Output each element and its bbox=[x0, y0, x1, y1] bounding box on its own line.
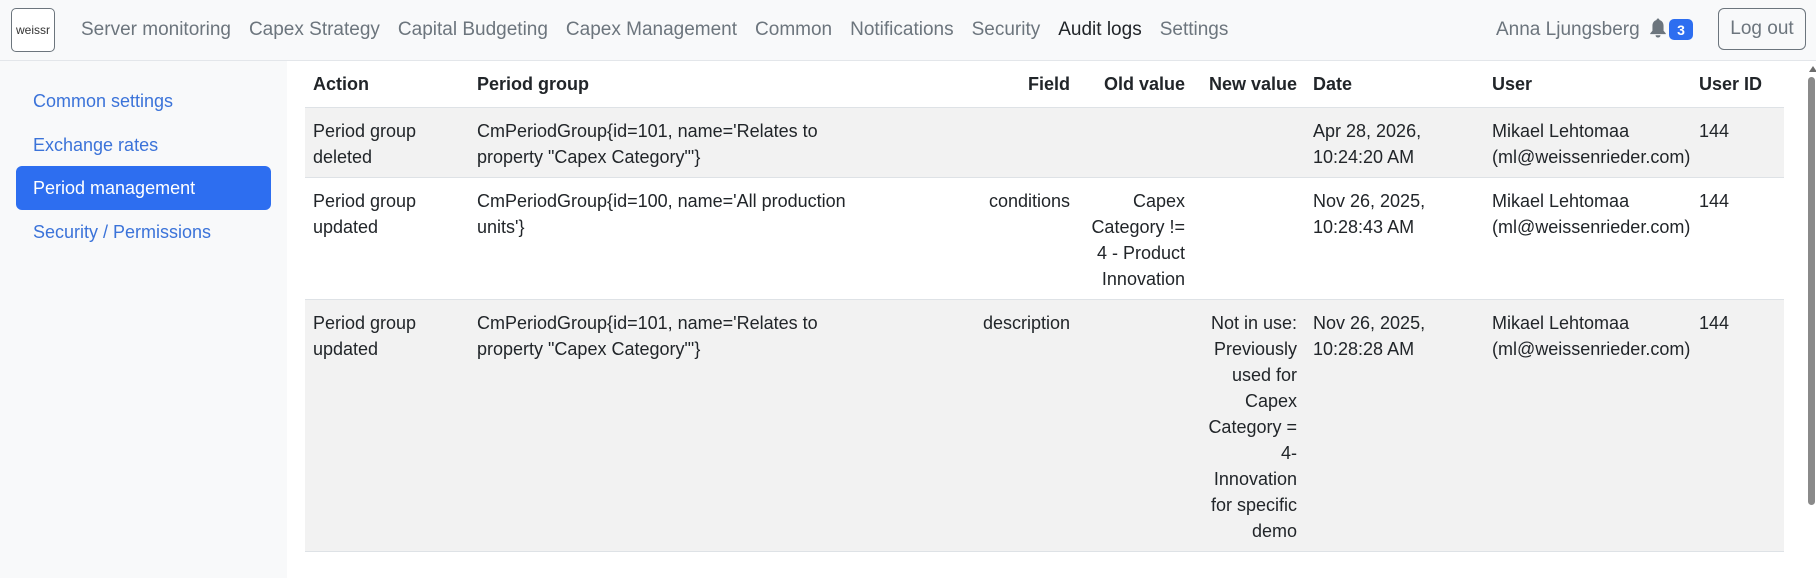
sidebar-item-security-permissions[interactable]: Security / Permissions bbox=[16, 210, 271, 254]
cell-user: Mikael Lehtomaa (ml@weissenrieder.com) bbox=[1484, 299, 1691, 552]
cell-new-value bbox=[1193, 177, 1305, 300]
audit-log-panel: Action Period group Field Old value New … bbox=[287, 61, 1816, 578]
nav-security[interactable]: Security bbox=[972, 19, 1041, 41]
table-header-row: Action Period group Field Old value New … bbox=[305, 61, 1784, 108]
nav-capital-budgeting[interactable]: Capital Budgeting bbox=[398, 19, 548, 41]
cell-action: Period group updated bbox=[305, 299, 469, 552]
cell-period-group: CmPeriodGroup{id=100, name='All producti… bbox=[469, 177, 858, 300]
cell-user-id: 144 bbox=[1691, 299, 1784, 552]
nav-audit-logs[interactable]: Audit logs bbox=[1058, 19, 1141, 41]
settings-sidebar: Common settings Exchange rates Period ma… bbox=[0, 61, 287, 578]
cell-old-value bbox=[1078, 299, 1193, 552]
current-user-name[interactable]: Anna Ljungsberg bbox=[1496, 19, 1640, 41]
bell-icon[interactable] bbox=[1649, 18, 1667, 38]
table-row: Period group updated CmPeriodGroup{id=10… bbox=[305, 299, 1784, 552]
cell-date: Apr 28, 2026, 10:24:20 AM bbox=[1305, 107, 1484, 178]
sidebar-item-common-settings[interactable]: Common settings bbox=[16, 79, 271, 123]
cell-period-group: CmPeriodGroup{id=101, name='Relates to p… bbox=[469, 299, 858, 552]
nav-common[interactable]: Common bbox=[755, 19, 832, 41]
cell-user-id: 144 bbox=[1691, 107, 1784, 178]
cell-new-value: Not in use: Previously used for Capex Ca… bbox=[1193, 299, 1305, 552]
nav-capex-strategy[interactable]: Capex Strategy bbox=[249, 19, 380, 41]
column-header-date[interactable]: Date bbox=[1305, 61, 1484, 108]
cell-user: Mikael Lehtomaa (ml@weissenrieder.com) bbox=[1484, 177, 1691, 300]
cell-user: Mikael Lehtomaa (ml@weissenrieder.com) bbox=[1484, 107, 1691, 178]
table-row: Period group deleted CmPeriodGroup{id=10… bbox=[305, 107, 1784, 178]
cell-date: Nov 26, 2025, 10:28:28 AM bbox=[1305, 299, 1484, 552]
table-row: Period group updated CmPeriodGroup{id=10… bbox=[305, 177, 1784, 300]
app-logo[interactable]: weissr bbox=[11, 8, 55, 52]
column-header-user-id[interactable]: User ID bbox=[1691, 61, 1784, 108]
notification-count-badge[interactable]: 3 bbox=[1669, 19, 1693, 40]
cell-period-group: CmPeriodGroup{id=101, name='Relates to p… bbox=[469, 107, 858, 178]
column-header-field[interactable]: Field bbox=[858, 61, 1078, 108]
audit-log-table-container: Action Period group Field Old value New … bbox=[305, 61, 1784, 552]
column-header-old-value[interactable]: Old value bbox=[1078, 61, 1193, 108]
cell-user-id: 144 bbox=[1691, 177, 1784, 300]
column-header-action[interactable]: Action bbox=[305, 61, 469, 108]
cell-old-value bbox=[1078, 107, 1193, 178]
sidebar-item-exchange-rates[interactable]: Exchange rates bbox=[16, 123, 271, 167]
column-header-user[interactable]: User bbox=[1484, 61, 1691, 108]
cell-old-value: Capex Category != 4 - Product Innovation bbox=[1078, 177, 1193, 300]
sidebar-item-period-management[interactable]: Period management bbox=[16, 166, 271, 210]
scrollbar-thumb[interactable] bbox=[1808, 77, 1815, 505]
cell-field: conditions bbox=[858, 177, 1078, 300]
column-header-new-value[interactable]: New value bbox=[1193, 61, 1305, 108]
cell-action: Period group deleted bbox=[305, 107, 469, 178]
cell-field bbox=[858, 107, 1078, 178]
main-nav: Server monitoring Capex Strategy Capital… bbox=[81, 19, 1246, 41]
nav-server-monitoring[interactable]: Server monitoring bbox=[81, 19, 231, 41]
logout-button[interactable]: Log out bbox=[1718, 8, 1806, 50]
nav-settings[interactable]: Settings bbox=[1160, 19, 1229, 41]
nav-notifications[interactable]: Notifications bbox=[850, 19, 954, 41]
nav-capex-management[interactable]: Capex Management bbox=[566, 19, 737, 41]
top-navbar: weissr Server monitoring Capex Strategy … bbox=[0, 0, 1816, 61]
cell-action: Period group updated bbox=[305, 177, 469, 300]
audit-log-table: Action Period group Field Old value New … bbox=[305, 61, 1784, 552]
cell-new-value bbox=[1193, 107, 1305, 178]
cell-date: Nov 26, 2025, 10:28:43 AM bbox=[1305, 177, 1484, 300]
scroll-up-arrow-icon[interactable] bbox=[1809, 66, 1816, 72]
cell-field: description bbox=[858, 299, 1078, 552]
column-header-period-group[interactable]: Period group bbox=[469, 61, 858, 108]
